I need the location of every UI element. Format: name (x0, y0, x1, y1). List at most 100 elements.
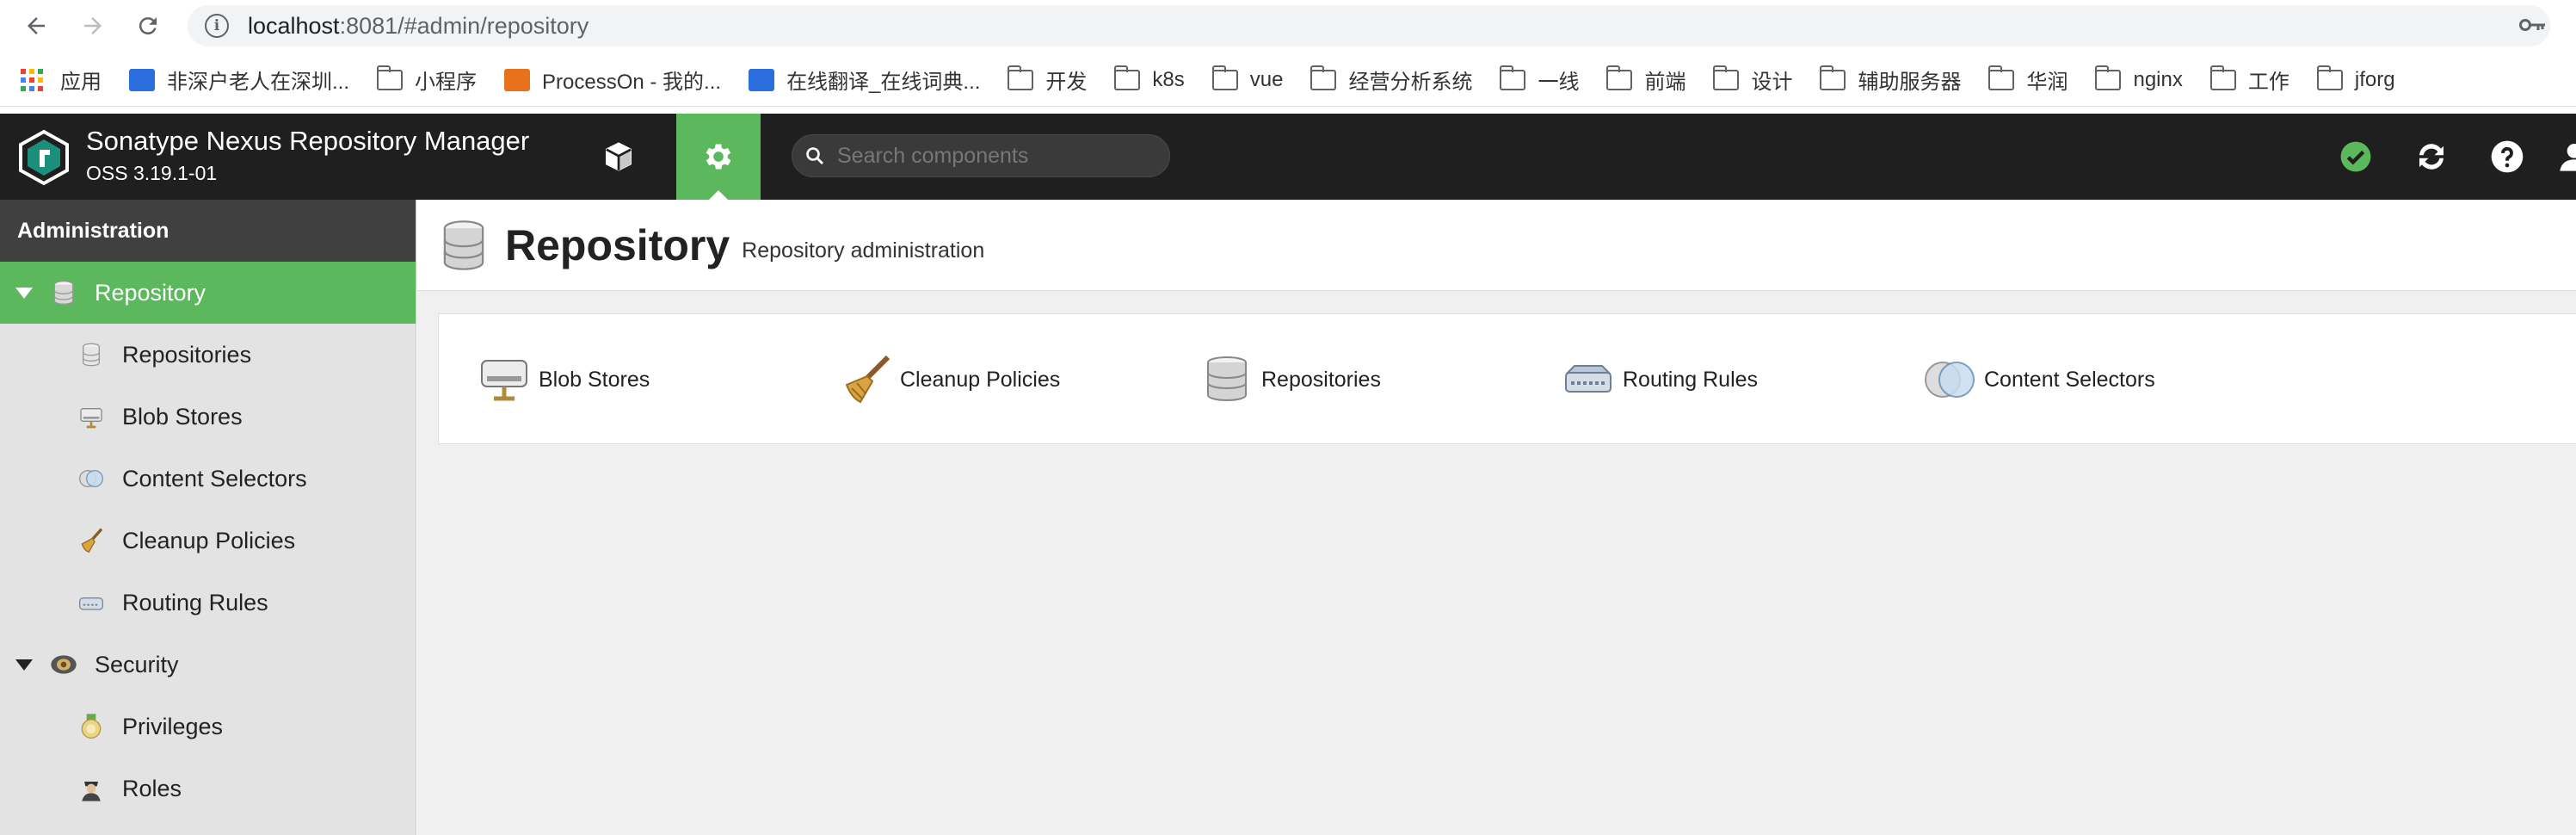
bookmark-item[interactable]: 经营分析系统 (1310, 65, 1472, 95)
bookmark-item[interactable]: nginx (2095, 65, 2183, 92)
bookmark-label: 前端 (1644, 71, 1686, 94)
router-icon (1565, 365, 1612, 393)
bookmark-label: 小程序 (415, 71, 478, 94)
search-input[interactable] (837, 143, 1147, 169)
bookmark-item[interactable]: 华润 (1988, 65, 2068, 95)
feature-blob-stores[interactable]: Blob Stores (477, 356, 650, 404)
feature-cleanup-policies[interactable]: Cleanup Policies (838, 356, 1060, 404)
page-header: Repository Repository administration (417, 200, 2576, 291)
site-favicon-icon (129, 68, 155, 91)
database-icon (443, 220, 484, 270)
expand-triangle-icon[interactable] (15, 659, 33, 671)
check-circle-icon (2340, 141, 2371, 172)
bookmark-item[interactable]: 非深户老人在深圳... (129, 65, 349, 95)
bookmarks-bar: 应用 非深户老人在深圳... 小程序 ProcessOn - 我的... 在线翻译_在线… (0, 53, 2576, 107)
router-icon (79, 597, 103, 610)
broom-icon (81, 528, 103, 554)
bookmark-item[interactable]: 开发 (1008, 65, 1087, 95)
feature-repositories[interactable]: Repositories (1199, 356, 1381, 404)
folder-icon (1820, 65, 1846, 90)
folder-icon (377, 65, 404, 90)
sidebar-group-label: Security (95, 651, 179, 677)
sidebar-group-security[interactable]: Security (0, 634, 416, 696)
folder-icon (1500, 65, 1526, 90)
admin-mode-button[interactable] (676, 114, 761, 200)
sidebar-item-content-selectors[interactable]: Content Selectors (0, 448, 416, 510)
bookmark-label: nginx (2133, 67, 2183, 91)
hard-drive-icon (80, 408, 102, 429)
folder-icon (1713, 65, 1740, 90)
bookmark-label: ProcessOn - 我的... (542, 71, 722, 94)
bookmark-item[interactable]: 设计 (1713, 65, 1792, 95)
feature-label: Blob Stores (539, 367, 650, 392)
apps-grid-icon (21, 68, 43, 91)
refresh-button[interactable] (2409, 134, 2454, 179)
bookmark-label: 经营分析系统 (1348, 71, 1473, 94)
url-text[interactable]: localhost:8081/#admin/repository (248, 13, 589, 40)
info-icon[interactable]: i (205, 14, 229, 38)
sidebar-item-roles[interactable]: Roles (0, 758, 416, 820)
bookmark-label: 工作 (2247, 71, 2289, 94)
database-icon (53, 281, 74, 306)
bookmark-label: 开发 (1045, 71, 1088, 94)
admin-sidebar: Administration Repository Repositories B… (0, 200, 416, 835)
sidebar-item-cleanup-policies[interactable]: Cleanup Policies (0, 510, 416, 572)
role-person-icon (82, 782, 101, 801)
feature-content-selectors[interactable]: Content Selectors (1922, 356, 2155, 404)
address-bar[interactable]: i localhost:8081/#admin/repository (188, 5, 2550, 46)
expand-triangle-icon[interactable] (15, 287, 33, 299)
feature-panel: Blob Stores Cleanup Policies Repositorie… (438, 313, 2576, 444)
app-header: Sonatype Nexus Repository Manager OSS 3.… (0, 114, 2576, 200)
bookmark-item[interactable]: 一线 (1500, 65, 1579, 95)
sidebar-heading: Administration (0, 200, 416, 262)
sidebar-item-label: Routing Rules (122, 589, 268, 615)
app-version: OSS 3.19.1-01 (86, 162, 218, 184)
bookmark-item[interactable]: vue (1211, 65, 1284, 92)
system-status-button[interactable] (2333, 134, 2378, 179)
refresh-icon (2419, 144, 2444, 170)
site-favicon-icon (504, 68, 531, 91)
sidebar-item-privileges[interactable]: Privileges (0, 696, 416, 758)
help-button[interactable] (2485, 134, 2530, 179)
bookmark-item[interactable]: 工作 (2209, 65, 2289, 95)
folder-icon (1114, 65, 1141, 90)
bookmark-item[interactable]: 在线翻译_在线词典... (749, 65, 980, 95)
sidebar-item-label: Repositories (122, 341, 252, 368)
forward-button[interactable] (74, 7, 112, 45)
sidebar-group-repository[interactable]: Repository (0, 262, 416, 324)
content-selector-icon (1925, 362, 1975, 398)
back-button[interactable] (17, 7, 55, 45)
app-title: Sonatype Nexus Repository Manager (86, 126, 530, 156)
user-button[interactable] (2552, 134, 2576, 179)
sidebar-item-blob-stores[interactable]: Blob Stores (0, 386, 416, 448)
site-favicon-icon (749, 68, 775, 91)
bookmark-item[interactable]: 辅助服务器 (1820, 65, 1961, 95)
bookmark-label: vue (1249, 67, 1284, 91)
bookmark-label: 华润 (2026, 71, 2068, 94)
bookmark-item[interactable]: ProcessOn - 我的... (504, 65, 721, 95)
sidebar-group-label: Repository (95, 279, 206, 306)
sidebar-item-label: Privileges (122, 713, 224, 739)
bookmark-item[interactable]: jforg (2316, 65, 2395, 92)
sidebar-item-repositories[interactable]: Repositories (0, 324, 416, 386)
folder-icon (2209, 65, 2236, 90)
bookmark-item[interactable]: 小程序 (377, 65, 477, 95)
bookmark-label: 设计 (1751, 71, 1793, 94)
browse-mode-button[interactable] (576, 114, 661, 200)
bookmark-label: k8s (1152, 67, 1185, 91)
feature-routing-rules[interactable]: Routing Rules (1561, 356, 1758, 404)
bookmark-item[interactable]: 应用 (21, 65, 102, 95)
cube-icon (606, 142, 632, 171)
sidebar-item-routing-rules[interactable]: Routing Rules (0, 572, 416, 634)
bookmark-label: 辅助服务器 (1858, 71, 1962, 94)
bookmark-item[interactable]: 前端 (1606, 65, 1685, 95)
folder-icon (1988, 65, 2015, 90)
search-box[interactable] (792, 134, 1170, 177)
nexus-logo-icon[interactable] (17, 129, 71, 186)
bookmark-item[interactable]: k8s (1114, 65, 1185, 92)
reload-icon (139, 17, 157, 35)
bookmark-label: jforg (2354, 67, 2395, 91)
reload-button[interactable] (129, 7, 167, 45)
browser-toolbar: i localhost:8081/#admin/repository (0, 0, 2576, 53)
key-icon[interactable] (2519, 12, 2547, 38)
